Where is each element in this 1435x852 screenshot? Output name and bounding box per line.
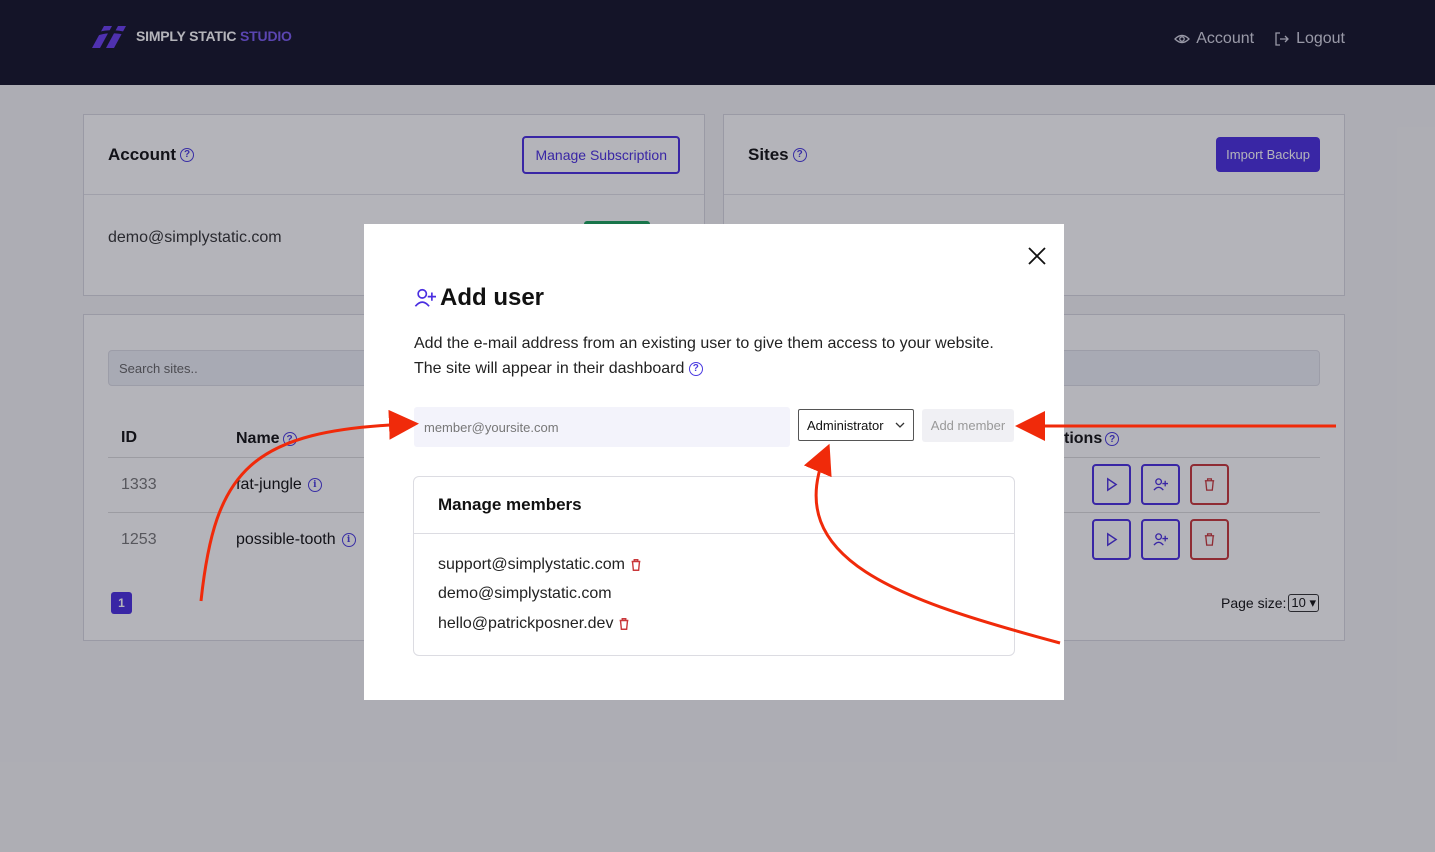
help-icon[interactable]: ?: [688, 361, 703, 376]
modal-description: Add the e-mail address from an existing …: [414, 335, 994, 377]
chevron-down-icon: [895, 422, 905, 428]
add-member-button[interactable]: Add member: [922, 409, 1014, 442]
user-plus-icon: [414, 288, 436, 307]
member-item: demo@simplystatic.com: [438, 585, 612, 603]
member-item: support@simplystatic.com: [438, 550, 990, 580]
member-email-input[interactable]: [414, 407, 790, 447]
modal-title: Add user: [414, 284, 544, 312]
trash-icon[interactable]: [617, 617, 631, 631]
add-user-modal: Add user Add the e-mail address from an …: [364, 224, 1064, 700]
member-list: support@simplystatic.com demo@simplystat…: [414, 534, 1014, 655]
manage-members-title: Manage members: [414, 477, 1014, 534]
role-select[interactable]: Administrator: [798, 409, 914, 441]
member-item: hello@patrickposner.dev: [438, 609, 990, 639]
trash-icon[interactable]: [629, 558, 643, 572]
close-icon[interactable]: [1026, 245, 1048, 267]
manage-members-panel: Manage members support@simplystatic.com …: [413, 476, 1015, 656]
